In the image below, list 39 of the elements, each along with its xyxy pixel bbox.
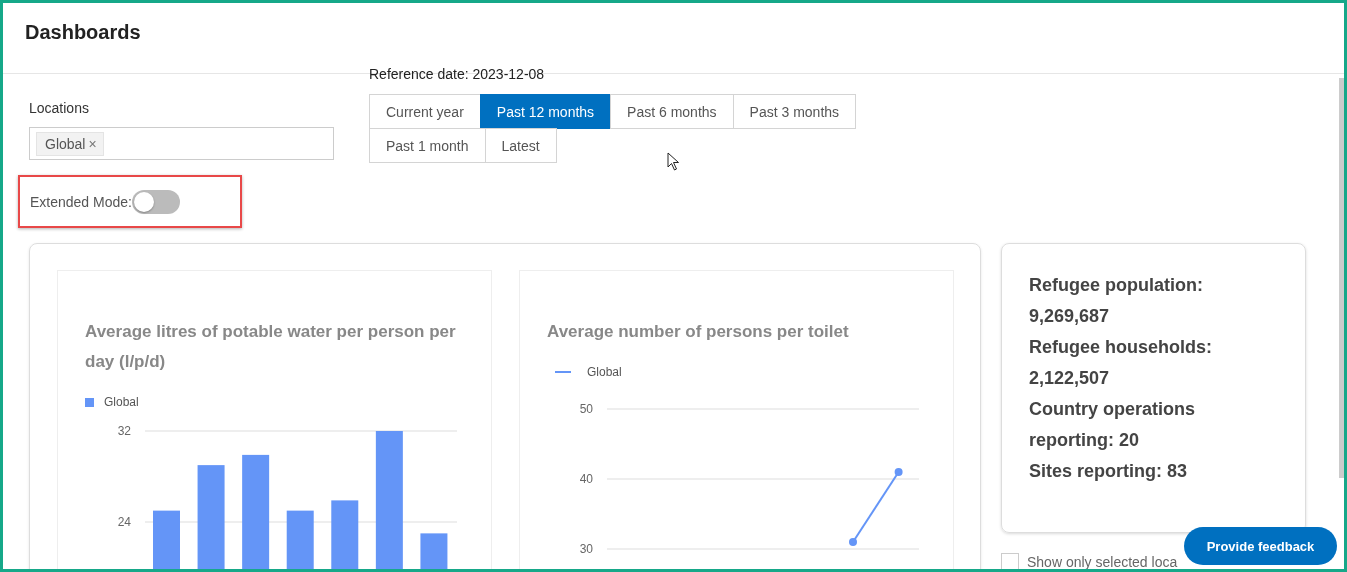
field-label: Locations [29,100,90,118]
period-button[interactable]: Past 1 month [369,128,486,163]
chip-label: Global [45,135,86,152]
stat-text: Sites reporting: 83 [1029,460,1189,483]
chart-title: Average number of persons per toilet [547,321,850,343]
period-button[interactable]: Past 12 months [479,94,612,129]
toggle-label: Extended Mode: [30,193,132,210]
checkbox[interactable] [1001,553,1019,569]
feedback-button[interactable]: Provide feedback [1184,527,1337,565]
period-button[interactable]: Past 6 months [610,94,734,129]
period-button[interactable]: Past 3 months [732,94,857,129]
cursor-icon [667,152,681,172]
locations-field[interactable]: Global × [29,127,334,160]
axis-tick-label: 24 [117,515,131,529]
checkbox-label: Show only selected loca [1027,554,1178,569]
toggle-switch[interactable] [131,189,180,214]
axis-tick-label: 40 [579,472,593,486]
legend-label: Global [587,365,622,379]
stat-text: Refugee population: 9,269,687 [1029,274,1204,328]
data-point [894,468,903,476]
data-point [849,538,857,546]
bar [286,510,314,569]
scrollbar[interactable] [1339,78,1344,478]
legend-swatch [85,397,94,407]
axis-tick-label: 30 [579,542,593,556]
period-button[interactable]: Latest [484,128,557,163]
bar [420,533,448,569]
legend-label: Global [104,395,139,409]
axis-tick-label: 50 [579,402,593,416]
reference-date: Reference date: 2023-12-08 [369,66,546,82]
remove-button[interactable]: × [88,135,97,152]
bar [153,510,180,569]
period-button[interactable]: Current year [369,94,481,129]
bar [331,500,359,569]
stat-text: Country operations reporting: 20 [1029,398,1196,452]
page-title: Dashboards [25,20,141,45]
axis-tick-label: 32 [117,424,131,438]
chart-title: Average litres of potable water per person per day (l/p/d) [85,321,457,373]
stat-text: Refugee households: 2,122,507 [1029,336,1213,390]
